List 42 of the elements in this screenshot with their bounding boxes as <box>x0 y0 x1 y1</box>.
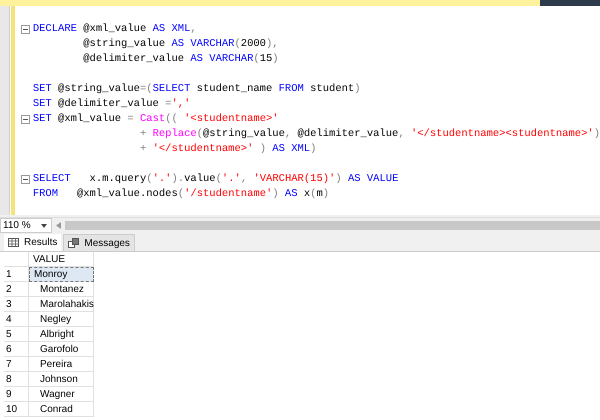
collapse-icon[interactable] <box>21 175 30 184</box>
code-line: FROM @xml_value.nodes('/studentname') AS x(m) <box>32 187 330 202</box>
row-number: 4 <box>4 312 29 327</box>
row-number: 5 <box>4 327 29 342</box>
row-number: 7 <box>4 357 29 372</box>
row-number: 6 <box>4 342 29 357</box>
collapse-icon[interactable] <box>21 25 30 34</box>
row-number: 2 <box>4 282 29 297</box>
table-cell[interactable]: Pereira <box>29 357 94 372</box>
code-line: SET @string_value=(SELECT student_name FROM student) <box>32 82 361 97</box>
results-tab[interactable]: Results <box>4 234 62 251</box>
table-cell[interactable]: Marolahakis <box>29 297 94 312</box>
table-cell[interactable]: Monroy <box>29 267 94 282</box>
results-tab[interactable]: Messages <box>63 234 135 251</box>
table-cell[interactable]: Johnson <box>29 372 94 387</box>
caret-icon <box>40 224 47 228</box>
horizontal-scrollbar[interactable] <box>65 221 600 230</box>
collapse-icon[interactable] <box>21 115 30 124</box>
table-cell[interactable]: Conrad <box>29 402 94 417</box>
code-line: SET @xml_value = Cast(( '<studentname>' <box>32 112 279 127</box>
table-cell[interactable]: Albright <box>29 327 94 342</box>
table-cell[interactable]: Wagner <box>29 387 94 402</box>
code-line: SET @delimiter_value =',' <box>32 97 190 112</box>
table-cell[interactable]: Montanez <box>29 282 94 297</box>
code-line: + Replace(@string_value, @delimiter_value, '</studentname><studentname>') <box>138 127 600 142</box>
table-cell[interactable]: Negley <box>29 312 94 327</box>
table-cell[interactable]: Garofolo <box>29 342 94 357</box>
zoom-dropdown[interactable]: 110 % <box>0 218 52 233</box>
row-number: 10 <box>4 402 29 417</box>
corner-header[interactable] <box>4 252 29 267</box>
scroll-left-icon[interactable] <box>56 222 61 229</box>
row-number: 3 <box>4 297 29 312</box>
code-line: @string_value AS VARCHAR(2000), <box>82 37 279 52</box>
tab-strip <box>540 0 600 6</box>
message-icon <box>68 238 80 248</box>
grid-icon <box>8 238 19 247</box>
code-line: @delimiter_value AS VARCHAR(15) <box>82 52 279 67</box>
code-line: SELECT x.m.query('.').value('.', 'VARCHAR(15)') AS VALUE <box>32 172 398 187</box>
code-line: DECLARE @xml_value AS XML, <box>32 22 197 37</box>
row-number: 8 <box>4 372 29 387</box>
row-number: 9 <box>4 387 29 402</box>
code-line: + '</studentname>' ) AS XML) <box>138 142 316 157</box>
